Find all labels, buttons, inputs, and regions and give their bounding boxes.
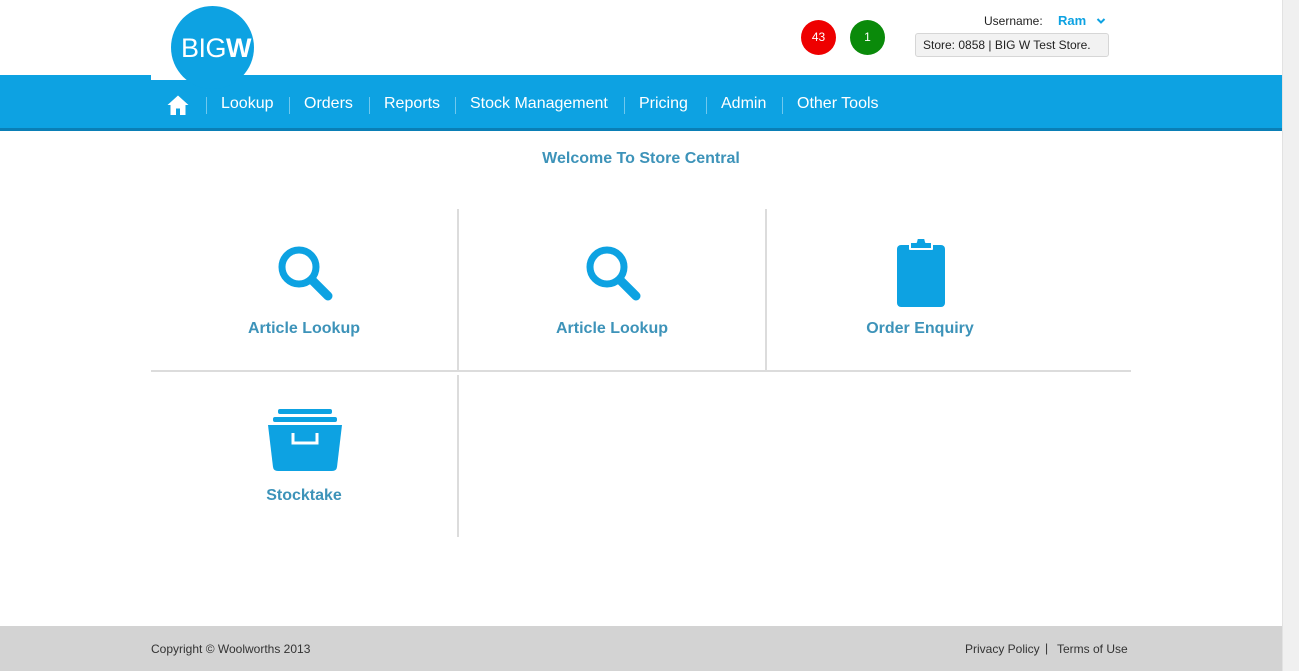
nav-item-admin[interactable]: Admin [721,95,766,113]
terms-of-use-link[interactable]: Terms of Use [1057,642,1128,656]
nav-separator [289,97,290,114]
home-icon[interactable] [166,93,190,117]
username-label: Username: [984,14,1043,28]
nav-item-stock-management[interactable]: Stock Management [470,95,608,113]
nav-separator [369,97,370,114]
tile-article-lookup[interactable]: Article Lookup [151,209,457,371]
store-selector[interactable]: Store: 0858 | BIG W Test Store. [915,33,1109,57]
tile-order-enquiry[interactable]: Order Enquiry [767,209,1073,371]
chevron-down-icon[interactable] [1096,16,1106,26]
nav-separator [455,97,456,114]
tile-stocktake[interactable]: Stocktake [151,375,457,537]
nav-item-reports[interactable]: Reports [384,95,440,113]
tile-article-lookup-2[interactable]: Article Lookup [459,209,765,371]
page-title: Welcome To Store Central [542,150,740,167]
nav-separator [782,97,783,114]
tile-label: Order Enquiry [866,320,974,337]
nav-separator [706,97,707,114]
nav-separator [206,97,207,114]
search-icon [278,246,333,301]
logo-text: BIGW [181,35,251,62]
nav-separator [624,97,625,114]
alert-badge-red[interactable]: 43 [801,20,836,55]
clipboard-icon [897,237,945,307]
copyright-text: Copyright © Woolworths 2013 [151,642,311,656]
tile-label: Stocktake [266,487,342,504]
privacy-policy-link[interactable]: Privacy Policy [965,642,1040,656]
alert-badge-green[interactable]: 1 [850,20,885,55]
scrollbar-track[interactable] [1282,0,1299,671]
nav-item-orders[interactable]: Orders [304,95,353,113]
tile-divider [457,375,459,537]
tile-label: Article Lookup [555,320,668,337]
logo-text-big: BIG [181,33,227,63]
bigw-logo[interactable]: BIGW [171,6,254,89]
search-icon [586,246,641,301]
nav-item-pricing[interactable]: Pricing [639,95,688,113]
logo-text-w: W [226,33,251,63]
nav-item-other-tools[interactable]: Other Tools [797,95,879,113]
archive-box-icon [268,409,342,471]
username-dropdown[interactable]: Ram [1058,13,1086,28]
tile-label: Article Lookup [247,320,360,337]
nav-item-lookup[interactable]: Lookup [221,95,274,113]
footer-separator: | [1045,641,1049,655]
